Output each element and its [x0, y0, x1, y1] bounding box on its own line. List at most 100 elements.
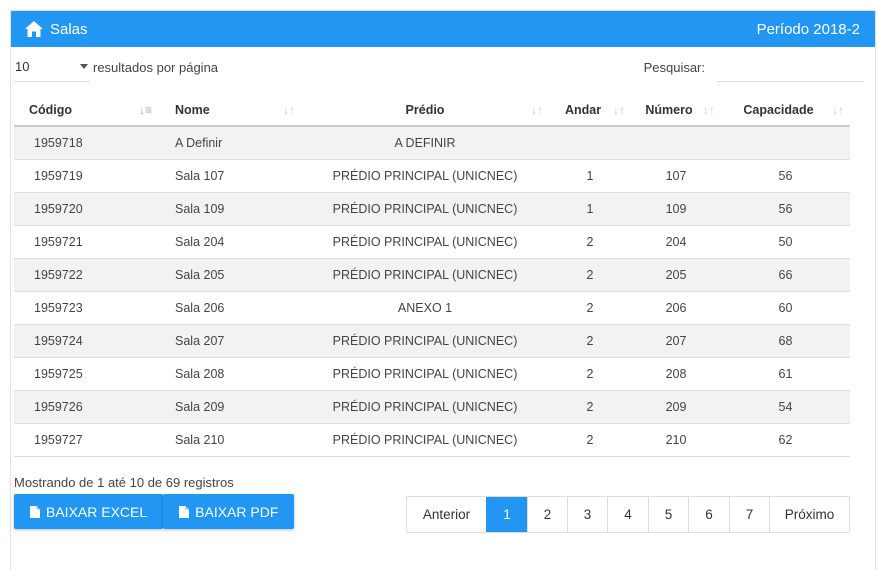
column-header-andar[interactable]: Andar ↓↑ — [549, 94, 631, 127]
cell-codigo: 1959726 — [14, 389, 158, 423]
export-excel-button[interactable]: BAIXAR EXCEL — [14, 494, 164, 529]
home-icon[interactable] — [25, 21, 43, 37]
cell-numero: 107 — [631, 158, 721, 192]
search-control: Pesquisar: — [644, 52, 864, 82]
sort-icon: ↓↑ — [283, 103, 295, 117]
period-label: Período 2018-2 — [756, 20, 860, 38]
column-header-label: Código — [29, 102, 73, 117]
cell-codigo: 1959725 — [14, 356, 158, 390]
table-body: 1959718 A Definir A DEFINIR 1959719 Sala 107… — [14, 126, 850, 457]
page-length-control: 10 resultados por página — [14, 52, 218, 82]
table-row[interactable]: 1959722 Sala 205 PRÉDIO PRINCIPAL (UNICNEC… — [14, 257, 850, 291]
cell-predio: PRÉDIO PRINCIPAL (UNICNEC) — [301, 224, 549, 258]
cell-predio: PRÉDIO PRINCIPAL (UNICNEC) — [301, 158, 549, 192]
cell-capacidade: 66 — [721, 257, 850, 291]
cell-capacidade: 50 — [721, 224, 850, 258]
table-row[interactable]: 1959719 Sala 107 PRÉDIO PRINCIPAL (UNICNEC… — [14, 158, 850, 192]
cell-codigo: 1959721 — [14, 224, 158, 258]
cell-capacidade: 54 — [721, 389, 850, 423]
cell-nome: Sala 208 — [158, 356, 301, 390]
pagination-page[interactable]: 6 — [688, 497, 729, 532]
table-row[interactable]: 1959723 Sala 206 ANEXO 1 2 206 60 — [14, 290, 850, 324]
cell-andar: 2 — [549, 257, 631, 291]
panel-header: Salas Período 2018-2 — [11, 11, 875, 47]
cell-numero: 205 — [631, 257, 721, 291]
cell-andar: 2 — [549, 356, 631, 390]
pagination-page[interactable]: 1 — [486, 497, 527, 532]
cell-codigo: 1959720 — [14, 191, 158, 225]
pagination-page[interactable]: 5 — [648, 497, 688, 532]
column-header-label: Andar — [564, 102, 602, 117]
page-length-select[interactable]: 10 — [14, 52, 90, 82]
cell-codigo: 1959722 — [14, 257, 158, 291]
export-pdf-label: BAIXAR PDF — [195, 503, 279, 520]
cell-andar — [549, 126, 631, 159]
sort-icon: ↓↑ — [613, 103, 625, 117]
cell-predio: PRÉDIO PRINCIPAL (UNICNEC) — [301, 257, 549, 291]
column-header-label: Capacidade — [743, 102, 814, 117]
sort-asc-icon: ↓≡ — [138, 103, 152, 117]
cell-nome: A Definir — [158, 126, 301, 159]
cell-andar: 2 — [549, 224, 631, 258]
cell-capacidade: 56 — [721, 191, 850, 225]
cell-nome: Sala 109 — [158, 191, 301, 225]
table-row[interactable]: 1959726 Sala 209 PRÉDIO PRINCIPAL (UNICNEC… — [14, 389, 850, 423]
sort-icon: ↓↑ — [703, 103, 715, 117]
cell-predio: PRÉDIO PRINCIPAL (UNICNEC) — [301, 323, 549, 357]
table-row[interactable]: 1959727 Sala 210 PRÉDIO PRINCIPAL (UNICNEC… — [14, 422, 850, 457]
column-header-predio[interactable]: Prédio ↓↑ — [301, 94, 549, 127]
cell-capacidade: 56 — [721, 158, 850, 192]
table-row[interactable]: 1959718 A Definir A DEFINIR — [14, 126, 850, 159]
table-row[interactable]: 1959724 Sala 207 PRÉDIO PRINCIPAL (UNICNEC… — [14, 323, 850, 357]
column-header-numero[interactable]: Número ↓↑ — [631, 94, 721, 127]
file-icon — [30, 505, 40, 518]
cell-nome: Sala 210 — [158, 422, 301, 457]
panel-title: Salas — [50, 20, 88, 38]
page-length-label: resultados por página — [93, 59, 219, 75]
column-header-capacidade[interactable]: Capacidade ↓↑ — [721, 94, 850, 127]
cell-codigo: 1959727 — [14, 422, 158, 457]
cell-andar: 2 — [549, 323, 631, 357]
column-header-label: Nome — [175, 102, 210, 117]
cell-numero: 109 — [631, 191, 721, 225]
cell-predio: PRÉDIO PRINCIPAL (UNICNEC) — [301, 356, 549, 390]
records-info: Mostrando de 1 até 10 de 69 registros — [14, 475, 234, 490]
cell-numero: 210 — [631, 422, 721, 457]
search-input[interactable] — [717, 52, 864, 82]
cell-numero: 206 — [631, 290, 721, 324]
panel-title-group: Salas — [25, 21, 88, 38]
search-label: Pesquisar: — [643, 59, 705, 75]
pagination-page[interactable]: 7 — [729, 497, 769, 532]
cell-predio: A DEFINIR — [301, 126, 549, 159]
export-pdf-button[interactable]: BAIXAR PDF — [163, 494, 295, 529]
pagination-page[interactable]: 4 — [607, 497, 648, 532]
cell-nome: Sala 209 — [158, 389, 301, 423]
pagination-previous[interactable]: Anterior — [407, 497, 486, 532]
column-header-label: Número — [645, 102, 693, 117]
cell-codigo: 1959724 — [14, 323, 158, 357]
pagination-page[interactable]: 2 — [527, 497, 567, 532]
cell-numero: 208 — [631, 356, 721, 390]
column-header-nome[interactable]: Nome ↓↑ — [158, 94, 301, 127]
column-header-codigo[interactable]: Código ↓≡ — [14, 94, 158, 127]
page-length-value: 10 — [15, 59, 30, 74]
cell-andar: 2 — [549, 389, 631, 423]
cell-predio: PRÉDIO PRINCIPAL (UNICNEC) — [301, 422, 549, 457]
column-header-label: Prédio — [405, 102, 445, 117]
export-excel-label: BAIXAR EXCEL — [46, 503, 148, 520]
cell-codigo: 1959723 — [14, 290, 158, 324]
table-row[interactable]: 1959720 Sala 109 PRÉDIO PRINCIPAL (UNICNEC… — [14, 191, 850, 225]
pagination-next[interactable]: Próximo — [769, 497, 849, 532]
cell-nome: Sala 205 — [158, 257, 301, 291]
cell-nome: Sala 206 — [158, 290, 301, 324]
cell-andar: 2 — [549, 422, 631, 457]
cell-codigo: 1959719 — [14, 158, 158, 192]
cell-numero — [631, 126, 721, 159]
sort-icon: ↓↑ — [531, 103, 543, 117]
table-row[interactable]: 1959725 Sala 208 PRÉDIO PRINCIPAL (UNICNEC… — [14, 356, 850, 390]
table-row[interactable]: 1959721 Sala 204 PRÉDIO PRINCIPAL (UNICNEC… — [14, 224, 850, 258]
cell-numero: 207 — [631, 323, 721, 357]
pagination-page[interactable]: 3 — [567, 497, 607, 532]
cell-capacidade — [721, 126, 850, 159]
pagination: Anterior 1 2 3 4 5 6 7 Próximo — [406, 496, 850, 533]
